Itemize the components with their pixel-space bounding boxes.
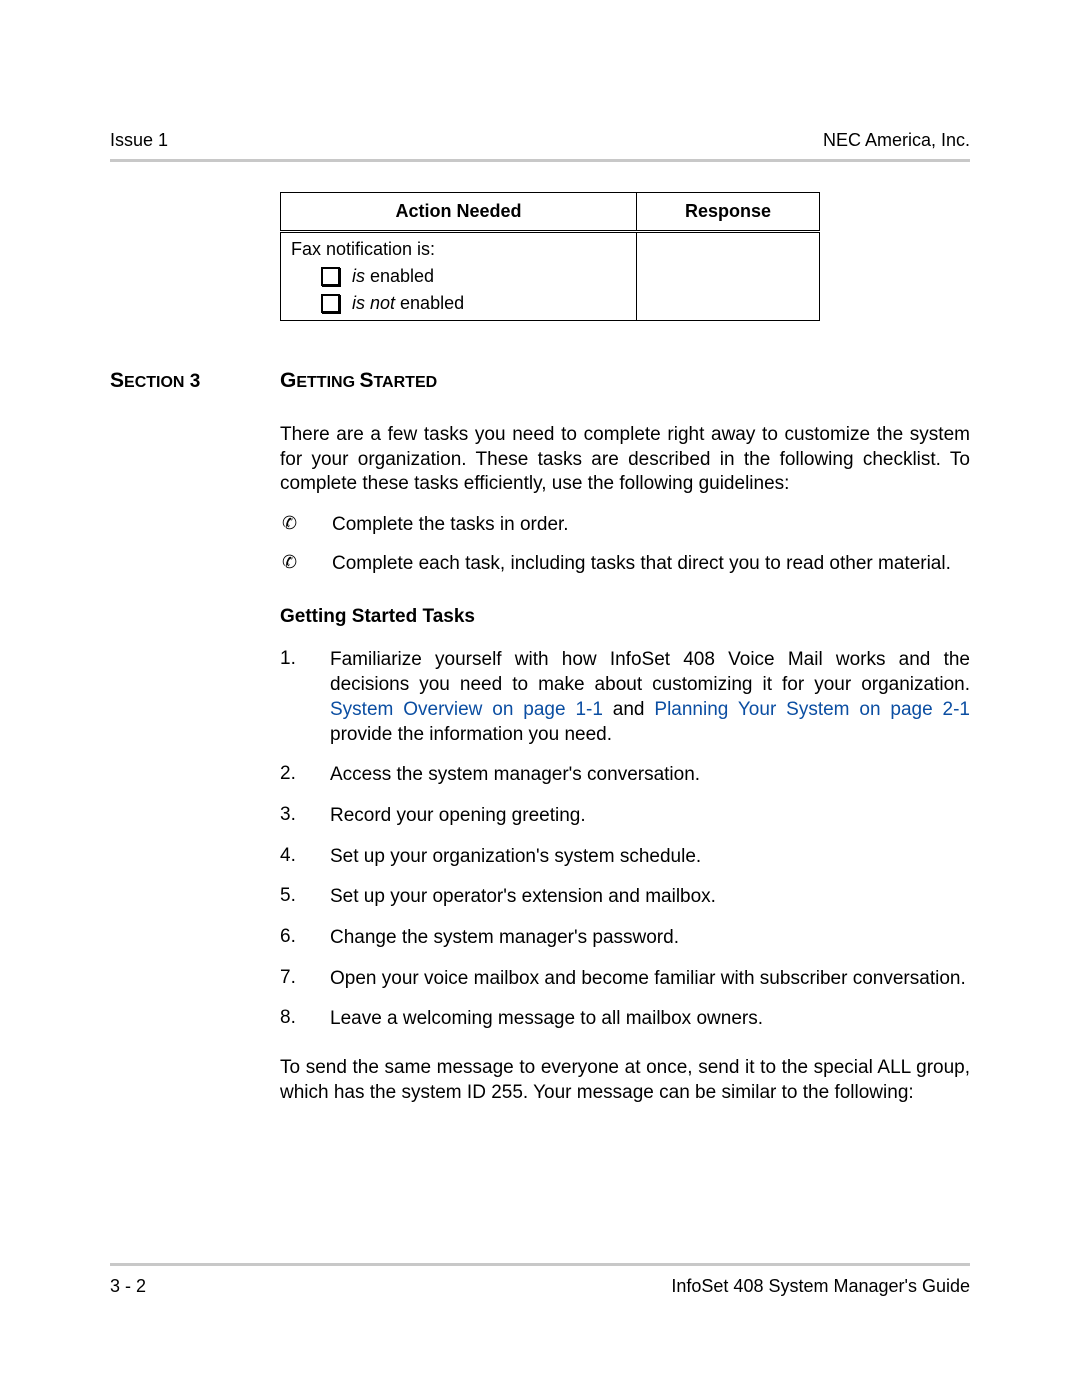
- action-response-table: Action Needed Response Fax notification …: [280, 192, 820, 321]
- closing-paragraph: To send the same message to everyone at …: [280, 1056, 970, 1105]
- italic-is-not: is not: [352, 293, 395, 313]
- option-is-enabled: is enabled: [321, 266, 626, 287]
- text-enabled: enabled: [395, 293, 464, 313]
- footer-area: 3 - 2 InfoSet 408 System Manager's Guide: [110, 1263, 970, 1297]
- table-header-action: Action Needed: [281, 193, 637, 232]
- italic-is: is: [352, 266, 365, 286]
- t1-post: provide the information you need.: [330, 724, 612, 745]
- intro-paragraph: There are a few tasks you need to comple…: [280, 423, 970, 497]
- task-item-8: 8. Leave a welcoming message to all mail…: [280, 1007, 970, 1032]
- cap-s2: S: [359, 369, 373, 392]
- cap-s: S: [110, 369, 124, 392]
- link-system-overview[interactable]: System Overview on page 1-1: [330, 699, 603, 720]
- task-item-1: 1. Familiarize yourself with how InfoSet…: [280, 648, 970, 747]
- footer-rule: [110, 1263, 970, 1266]
- task-number: 6.: [280, 926, 330, 951]
- telephone-icon: ✆: [280, 552, 332, 577]
- section-title: GETTING STARTED: [280, 369, 437, 393]
- task-text: Change the system manager's password.: [330, 926, 970, 951]
- task-item-2: 2. Access the system manager's conversat…: [280, 763, 970, 788]
- cap-g: G: [280, 369, 296, 392]
- checkbox-icon[interactable]: [321, 267, 340, 286]
- task-item-3: 3. Record your opening greeting.: [280, 804, 970, 829]
- table-header-response: Response: [637, 193, 820, 232]
- task-item-7: 7. Open your voice mailbox and become fa…: [280, 967, 970, 992]
- task-number: 4.: [280, 845, 330, 870]
- bullet-item: ✆ Complete the tasks in order.: [280, 513, 970, 538]
- task-number: 8.: [280, 1007, 330, 1032]
- section-heading-row: SECTION 3 GETTING STARTED: [110, 369, 970, 393]
- task-text: Familiarize yourself with how InfoSet 40…: [330, 648, 970, 747]
- bullet-item: ✆ Complete each task, including tasks th…: [280, 552, 970, 577]
- option-is-not-enabled: is not enabled: [321, 293, 626, 314]
- task-number: 5.: [280, 885, 330, 910]
- page: Issue 1 NEC America, Inc. Action Needed …: [0, 0, 1080, 1397]
- option-text: is not enabled: [352, 293, 464, 314]
- footer-page-number: 3 - 2: [110, 1276, 146, 1297]
- t1-pre: Familiarize yourself with how InfoSet 40…: [330, 649, 970, 695]
- task-text: Open your voice mailbox and become famil…: [330, 967, 970, 992]
- link-planning-your-system[interactable]: Planning Your System on page 2-1: [654, 699, 970, 720]
- fax-notification-label: Fax notification is:: [291, 239, 626, 260]
- option-text: is enabled: [352, 266, 434, 287]
- task-text: Record your opening greeting.: [330, 804, 970, 829]
- task-number: 1.: [280, 648, 330, 747]
- task-text: Leave a welcoming message to all mailbox…: [330, 1007, 970, 1032]
- header-rule: [110, 159, 970, 162]
- bullet-text: Complete the tasks in order.: [332, 513, 970, 538]
- task-number: 7.: [280, 967, 330, 992]
- page-footer: 3 - 2 InfoSet 408 System Manager's Guide: [110, 1276, 970, 1297]
- section-body: There are a few tasks you need to comple…: [280, 423, 970, 1105]
- rest-tarted: TARTED: [373, 374, 437, 391]
- t1-mid: and: [603, 699, 654, 720]
- table-cell-action: Fax notification is: is enabled is not e…: [281, 232, 637, 321]
- page-header: Issue 1 NEC America, Inc.: [110, 130, 970, 159]
- telephone-icon: ✆: [280, 513, 332, 538]
- header-right: NEC America, Inc.: [823, 130, 970, 151]
- table-cell-response: [637, 232, 820, 321]
- checkbox-icon[interactable]: [321, 294, 340, 313]
- table-row: Fax notification is: is enabled is not e…: [281, 232, 820, 321]
- section-number: SECTION 3: [110, 369, 280, 393]
- main-content: Action Needed Response Fax notification …: [280, 192, 970, 321]
- section-num: 3: [184, 371, 200, 392]
- text-enabled: enabled: [365, 266, 434, 286]
- bullet-text: Complete each task, including tasks that…: [332, 552, 970, 577]
- task-item-6: 6. Change the system manager's password.: [280, 926, 970, 951]
- task-text: Set up your organization's system schedu…: [330, 845, 970, 870]
- task-item-5: 5. Set up your operator's extension and …: [280, 885, 970, 910]
- task-number: 3.: [280, 804, 330, 829]
- header-left: Issue 1: [110, 130, 168, 151]
- getting-started-tasks-heading: Getting Started Tasks: [280, 606, 970, 628]
- footer-guide-title: InfoSet 408 System Manager's Guide: [671, 1276, 970, 1297]
- task-text: Access the system manager's conversation…: [330, 763, 970, 788]
- task-item-4: 4. Set up your organization's system sch…: [280, 845, 970, 870]
- task-text: Set up your operator's extension and mai…: [330, 885, 970, 910]
- rest-ection: ECTION: [124, 374, 184, 391]
- rest-etting: ETTING: [296, 374, 359, 391]
- task-number: 2.: [280, 763, 330, 788]
